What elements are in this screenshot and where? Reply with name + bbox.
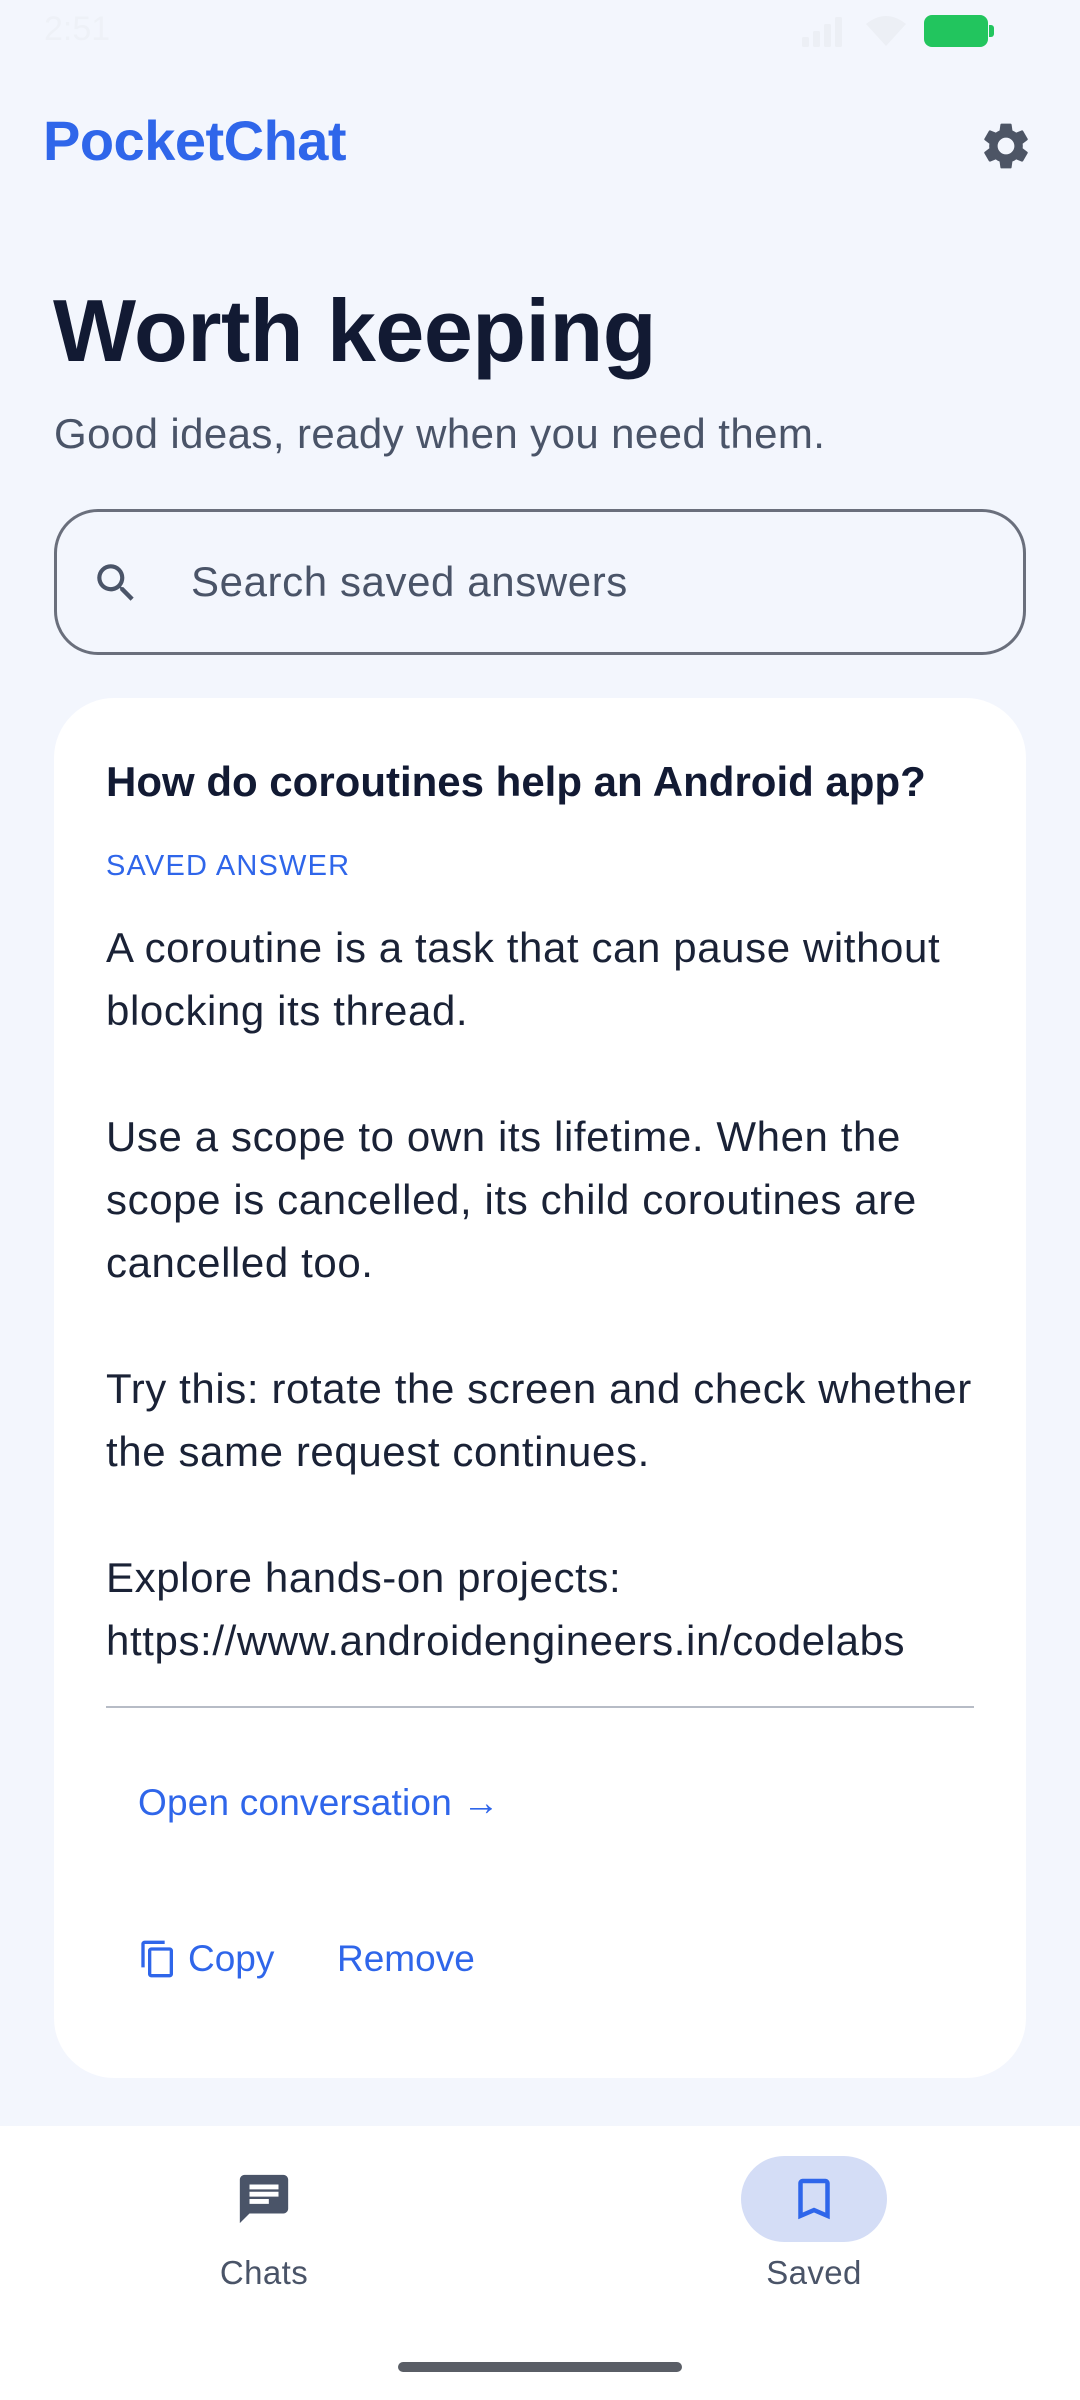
settings-button[interactable]: [976, 116, 1036, 176]
page-subtitle: Good ideas, ready when you need them.: [54, 410, 826, 457]
screen: 2:51 PocketChat Worth keeping Good ideas…: [0, 0, 1080, 2400]
battery-icon: [924, 15, 994, 47]
saved-answer-card: How do coroutines help an Android app? S…: [54, 698, 1026, 2078]
answer-paragraph: Use a scope to own its lifetime. When th…: [106, 1113, 917, 1286]
copy-button[interactable]: Copy: [138, 1938, 274, 1980]
answer-paragraph: A coroutine is a task that can pause wit…: [106, 924, 941, 1034]
app-title: PocketChat: [43, 109, 347, 172]
nav-label-saved: Saved: [766, 2254, 862, 2291]
open-conversation-link[interactable]: Open conversation →: [138, 1782, 500, 1824]
nav-item-saved[interactable]: Saved: [714, 2156, 914, 2292]
answer-paragraph: Try this: rotate the screen and check wh…: [106, 1365, 972, 1475]
nav-icon-container-selected: [741, 2156, 887, 2242]
gear-icon: [984, 123, 1028, 169]
signal-icon: [802, 17, 842, 47]
search-input[interactable]: [191, 542, 991, 622]
nav-icon-container: [191, 2156, 337, 2242]
nav-item-chats[interactable]: Chats: [164, 2156, 364, 2292]
copy-icon: [141, 1940, 173, 1978]
chat-icon: [239, 2174, 289, 2224]
wifi-icon: [866, 16, 906, 46]
card-divider: [106, 1706, 974, 1708]
answer-paragraph: Explore hands-on projects: https://www.a…: [106, 1554, 906, 1664]
page-title: Worth keeping: [53, 281, 657, 380]
search-box[interactable]: [54, 509, 1026, 655]
saved-answer-label: SAVED ANSWER: [106, 850, 351, 882]
home-indicator[interactable]: [398, 2362, 682, 2372]
remove-button[interactable]: Remove: [337, 1938, 475, 1980]
search-icon: [97, 564, 134, 601]
status-icons: [800, 14, 994, 48]
answer-body: A coroutine is a task that can pause wit…: [106, 916, 986, 1672]
card-question: How do coroutines help an Android app?: [106, 758, 926, 805]
bottom-navigation: Chats Saved: [0, 2126, 1080, 2400]
bookmark-icon: [798, 2178, 830, 2220]
copy-label: Copy: [188, 1938, 275, 1979]
status-bar: 2:51: [0, 0, 1080, 60]
status-time: 2:51: [44, 10, 111, 48]
nav-label-chats: Chats: [219, 2254, 309, 2291]
